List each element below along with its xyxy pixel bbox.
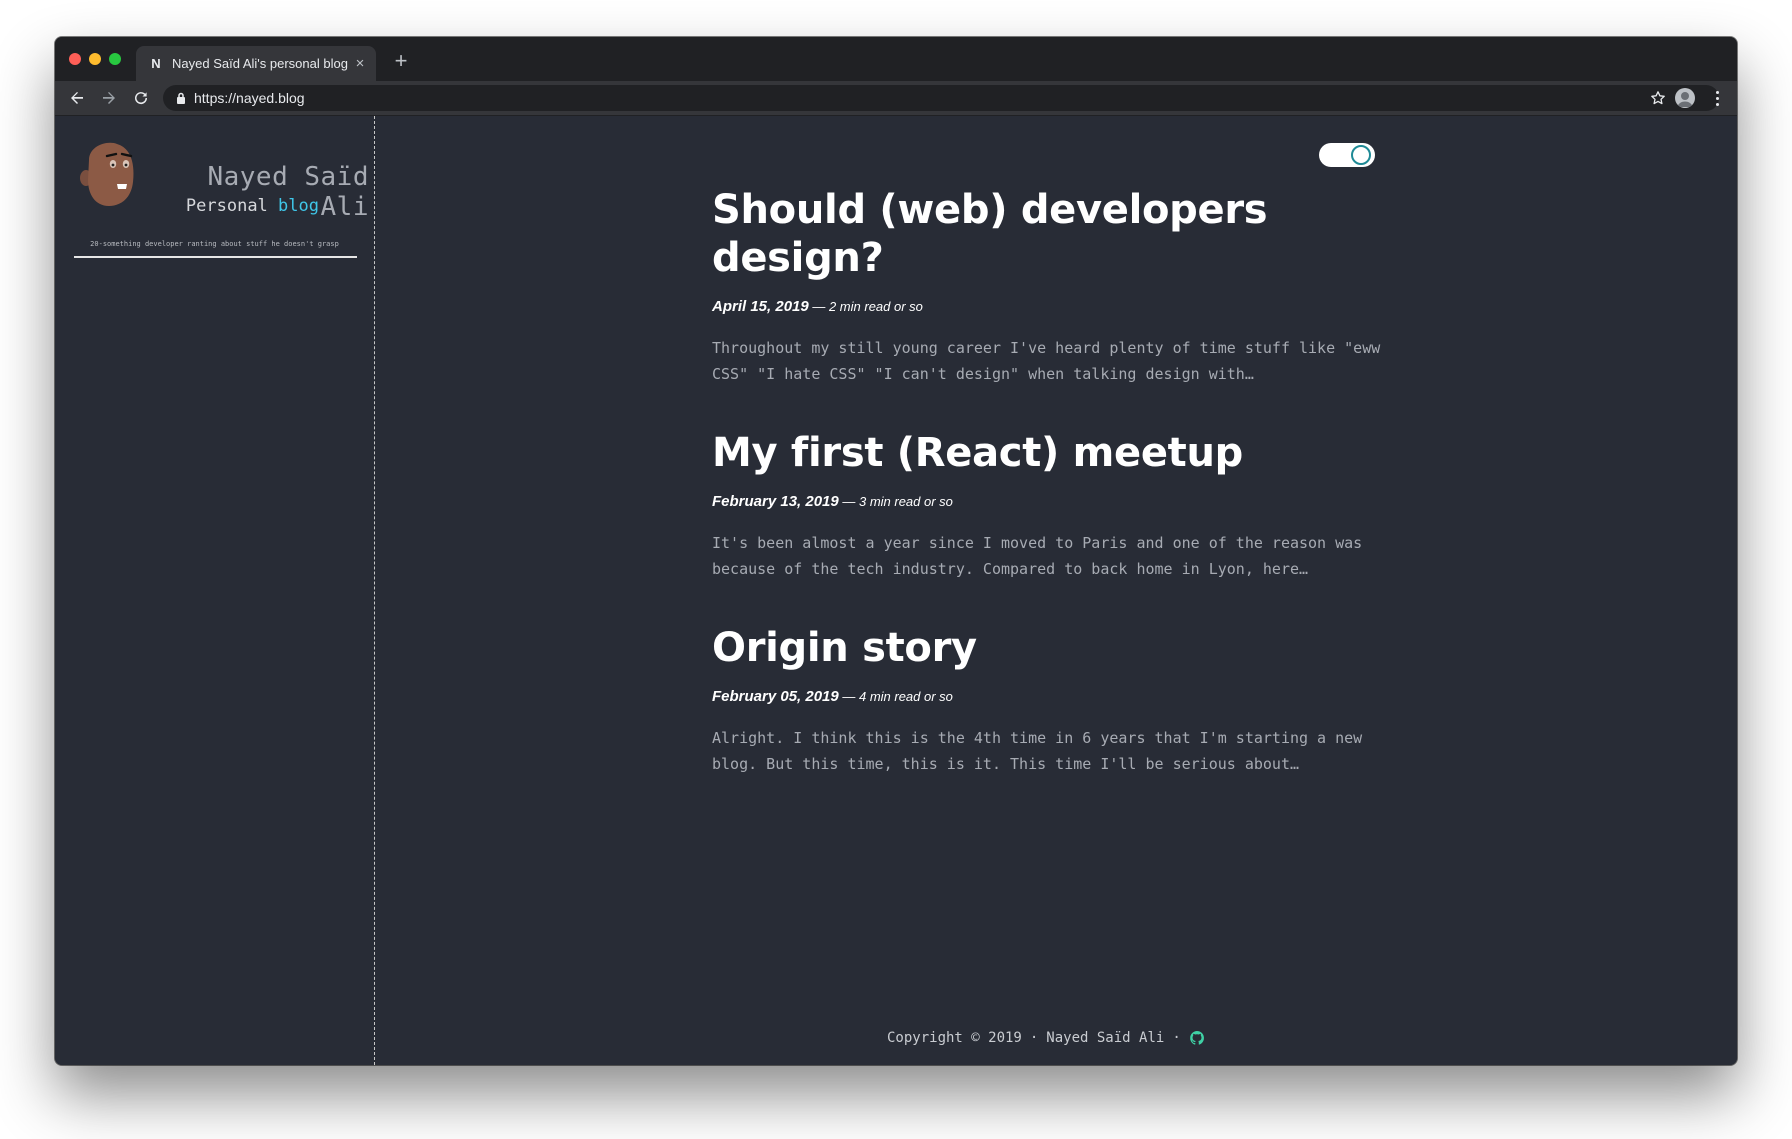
post-read-time: — 3 min read or so [838,494,953,509]
window-controls [69,53,121,65]
back-arrow-icon[interactable] [65,86,89,110]
sidebar: Nayed Saïd Ali Personal blog 20-somethin… [55,116,375,1065]
footer-separator: · [1172,1030,1181,1046]
minimize-window-button[interactable] [89,53,101,65]
post-excerpt: It's been almost a year since I moved to… [712,534,1363,578]
url-host: nayed.blog [236,90,305,106]
reload-icon[interactable] [129,86,153,110]
site-subtitle: Personal blog [149,196,319,216]
bookmark-star-icon[interactable] [1647,87,1669,109]
tab-close-icon[interactable]: × [350,55,370,72]
post-read-time: — 2 min read or so [808,299,923,314]
avatar[interactable] [77,138,143,210]
maximize-window-button[interactable] [109,53,121,65]
post-item: My first (React) meetup February 13, 201… [712,429,1412,582]
favicon-icon: N [151,56,161,71]
url-scheme: https:// [194,90,237,106]
post-read-time: — 4 min read or so [838,689,953,704]
browser-tab[interactable]: N Nayed Saïd Ali's personal blog × [136,46,376,81]
browser-toolbar: https://nayed.blog [55,81,1737,116]
footer-author: Nayed Saïd Ali [1046,1030,1165,1046]
post-item: Origin story February 05, 2019 — 4 min r… [712,624,1412,777]
url-text: https://nayed.blog [194,90,305,106]
github-icon[interactable] [1189,1030,1205,1046]
subtitle-highlight: blog [278,196,319,216]
post-item: Should (web) developers design? April 15… [712,186,1412,387]
footer: Copyright © 2019 · Nayed Saïd Ali · [887,1030,1387,1046]
footer-separator: · [1029,1030,1039,1046]
forward-arrow-icon[interactable] [97,86,121,110]
post-date: April 15, 2019 [712,298,809,315]
theme-toggle[interactable] [1319,143,1375,167]
toggle-knob [1351,145,1371,165]
post-title-link[interactable]: My first (React) meetup [712,429,1412,477]
post-excerpt: Throughout my still young career I've he… [712,339,1381,383]
address-bar[interactable]: https://nayed.blog [163,85,1719,111]
page-content: Nayed Saïd Ali Personal blog 20-somethin… [55,116,1737,1065]
subtitle-prefix: Personal [185,196,268,216]
close-window-button[interactable] [69,53,81,65]
post-title-link[interactable]: Origin story [712,624,1412,672]
new-tab-button[interactable]: + [387,48,415,74]
post-meta: April 15, 2019 — 2 min read or so [712,298,1412,315]
site-tagline: 20-something developer ranting about stu… [90,240,339,248]
tab-bar: N Nayed Saïd Ali's personal blog × + [55,37,1737,81]
browser-menu-icon[interactable] [1713,88,1721,108]
footer-copyright: Copyright © 2019 [887,1030,1022,1046]
post-excerpt: Alright. I think this is the 4th time in… [712,729,1363,773]
browser-window: N Nayed Saïd Ali's personal blog × + htt… [55,37,1737,1065]
post-date: February 13, 2019 [712,493,839,510]
post-meta: February 13, 2019 — 3 min read or so [712,493,1412,510]
post-meta: February 05, 2019 — 4 min read or so [712,688,1412,705]
post-date: February 05, 2019 [712,688,839,705]
sidebar-divider [74,256,357,258]
post-list: Should (web) developers design? April 15… [712,186,1412,819]
tab-title: Nayed Saïd Ali's personal blog [172,56,348,71]
profile-avatar-icon[interactable] [1675,88,1695,108]
post-title-link[interactable]: Should (web) developers design? [712,186,1412,282]
lock-icon [174,91,188,105]
